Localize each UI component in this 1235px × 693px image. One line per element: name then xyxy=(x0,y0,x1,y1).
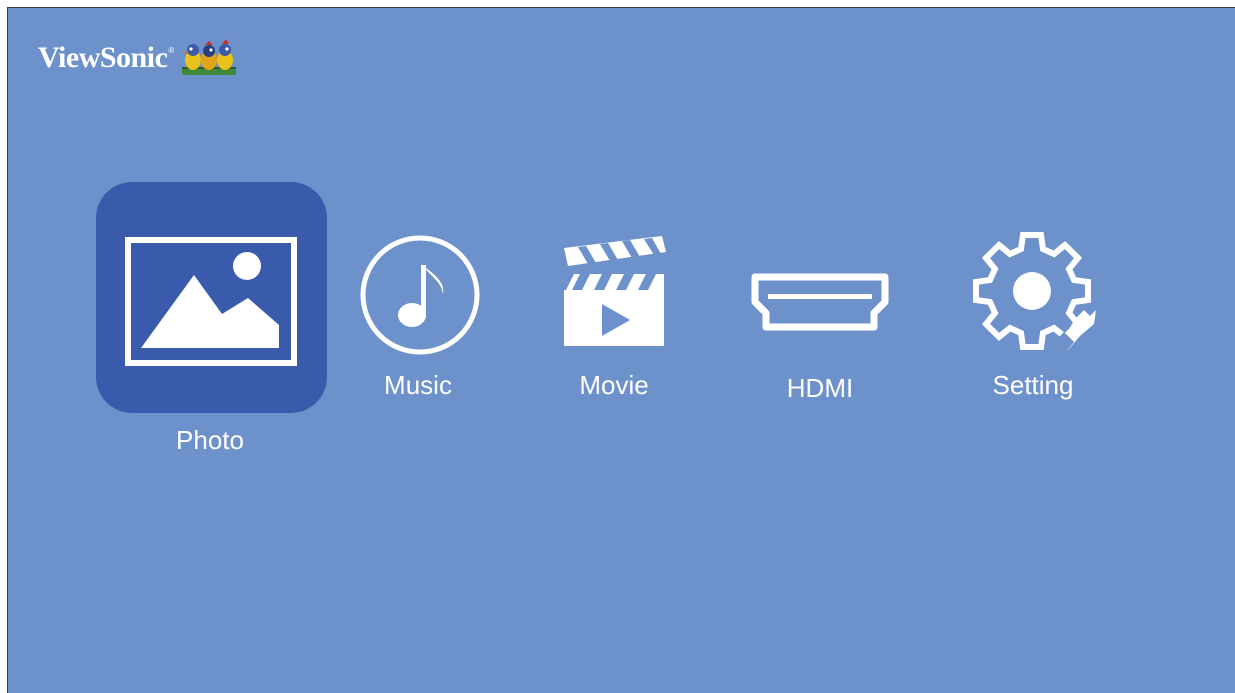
gear-wrench-icon xyxy=(973,232,1096,352)
menu-label-setting: Setting xyxy=(992,370,1074,400)
menu-item-music[interactable] xyxy=(357,232,483,358)
registered-mark: ® xyxy=(168,45,175,55)
menu-label-movie: Movie xyxy=(579,370,649,400)
menu-item-movie[interactable] xyxy=(558,234,670,350)
hdmi-port-icon xyxy=(751,273,889,331)
menu-item-photo[interactable] xyxy=(96,182,327,413)
home-screen: ViewSonic ® Photo Music Movie HDMI Setti… xyxy=(7,7,1235,693)
music-note-icon xyxy=(360,235,480,355)
menu-label-music: Music xyxy=(384,370,452,400)
menu-item-setting[interactable] xyxy=(970,232,1100,356)
menu-label-hdmi: HDMI xyxy=(786,373,854,403)
photo-icon xyxy=(125,237,297,366)
menu-label-photo: Photo xyxy=(176,425,244,455)
menu-item-hdmi[interactable] xyxy=(750,272,890,332)
birds-logo-icon xyxy=(182,39,237,75)
viewsonic-logo: ViewSonic ® xyxy=(38,38,238,78)
clapperboard-icon xyxy=(564,236,666,346)
brand-name: ViewSonic xyxy=(38,41,168,74)
